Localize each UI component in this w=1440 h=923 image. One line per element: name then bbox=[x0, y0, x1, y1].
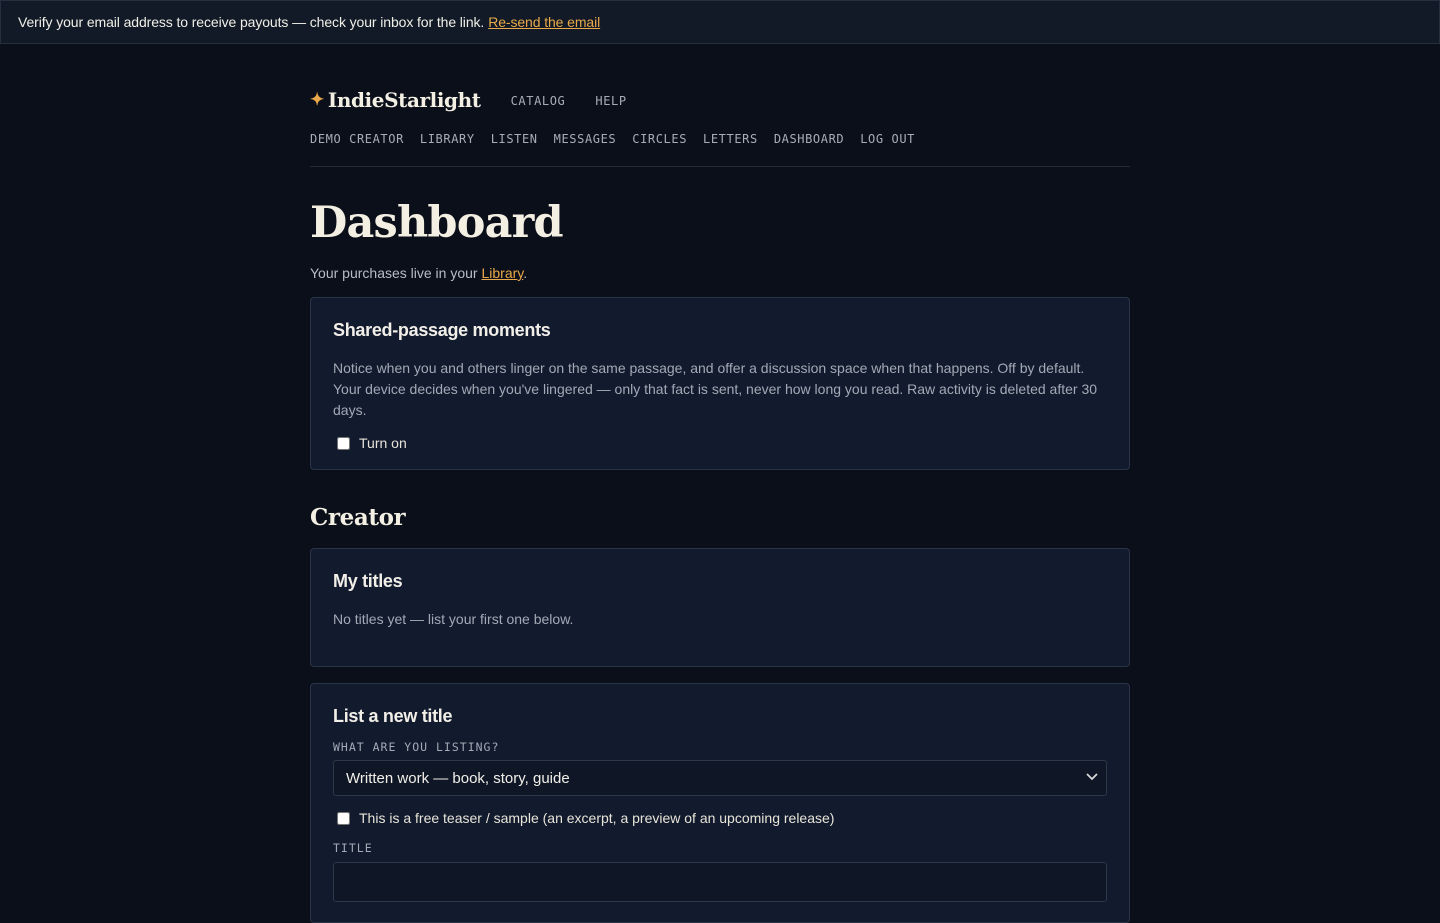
chevron-down-icon bbox=[1086, 772, 1098, 784]
main-column: ✦ IndieStarlight CATALOG HELP DEMO CREAT… bbox=[310, 44, 1130, 923]
my-titles-title: My titles bbox=[333, 571, 403, 591]
teaser-toggle[interactable]: This is a free teaser / sample (an excer… bbox=[333, 810, 1107, 826]
new-title-card: List a new title WHAT ARE YOU LISTING? W… bbox=[310, 683, 1130, 923]
email-verify-banner: Verify your email address to receive pay… bbox=[0, 0, 1440, 44]
lede-prefix: Your purchases live in your bbox=[310, 265, 478, 281]
nav-messages[interactable]: MESSAGES bbox=[554, 132, 617, 146]
title-input[interactable] bbox=[333, 862, 1107, 902]
new-title-heading: List a new title bbox=[333, 706, 453, 726]
listing-type-value: Written work — book, story, guide bbox=[346, 769, 570, 787]
shared-moments-description: Notice when you and others linger on the… bbox=[333, 360, 1098, 418]
site-header: ✦ IndieStarlight CATALOG HELP bbox=[310, 88, 1130, 112]
top-nav: CATALOG HELP bbox=[511, 94, 657, 108]
nav-circles[interactable]: CIRCLES bbox=[632, 132, 687, 146]
header-divider bbox=[310, 166, 1130, 167]
banner-text: Verify your email address to receive pay… bbox=[18, 14, 485, 30]
lede-suffix: . bbox=[523, 265, 528, 281]
title-field-label: TITLE bbox=[333, 841, 373, 855]
nav-listen[interactable]: LISTEN bbox=[491, 132, 538, 146]
resend-email-link[interactable]: Re-send the email bbox=[488, 14, 600, 30]
library-link[interactable]: Library bbox=[481, 265, 523, 281]
my-titles-empty: No titles yet — list your first one belo… bbox=[333, 611, 574, 627]
nav-log-out[interactable]: LOG OUT bbox=[860, 132, 915, 146]
page-title: Dashboard bbox=[310, 198, 564, 248]
shared-moments-toggle[interactable]: Turn on bbox=[333, 435, 1107, 451]
listing-type-select[interactable]: Written work — book, story, guide bbox=[333, 760, 1107, 796]
creator-heading: Creator bbox=[310, 504, 406, 531]
star-icon: ✦ bbox=[310, 90, 324, 110]
account-nav: DEMO CREATOR LIBRARY LISTEN MESSAGES CIR… bbox=[310, 132, 1130, 146]
nav-catalog[interactable]: CATALOG bbox=[511, 94, 566, 108]
brand-name: IndieStarlight bbox=[327, 88, 481, 112]
turn-on-checkbox[interactable] bbox=[337, 436, 350, 450]
nav-demo-creator[interactable]: DEMO CREATOR bbox=[310, 132, 404, 146]
page-lede: Your purchases live in your Library. bbox=[310, 265, 1130, 281]
brand-logo[interactable]: ✦ IndieStarlight bbox=[310, 88, 481, 112]
turn-on-label: Turn on bbox=[359, 435, 407, 451]
nav-library[interactable]: LIBRARY bbox=[420, 132, 475, 146]
my-titles-card: My titles No titles yet — list your firs… bbox=[310, 548, 1130, 667]
listing-type-label: WHAT ARE YOU LISTING? bbox=[333, 740, 500, 754]
nav-dashboard[interactable]: DASHBOARD bbox=[774, 132, 844, 146]
teaser-checkbox[interactable] bbox=[337, 811, 350, 825]
teaser-label: This is a free teaser / sample (an excer… bbox=[359, 810, 835, 826]
nav-help[interactable]: HELP bbox=[595, 94, 626, 108]
shared-moments-card: Shared-passage moments Notice when you a… bbox=[310, 297, 1130, 470]
nav-letters[interactable]: LETTERS bbox=[703, 132, 758, 146]
shared-moments-title: Shared-passage moments bbox=[333, 320, 551, 340]
